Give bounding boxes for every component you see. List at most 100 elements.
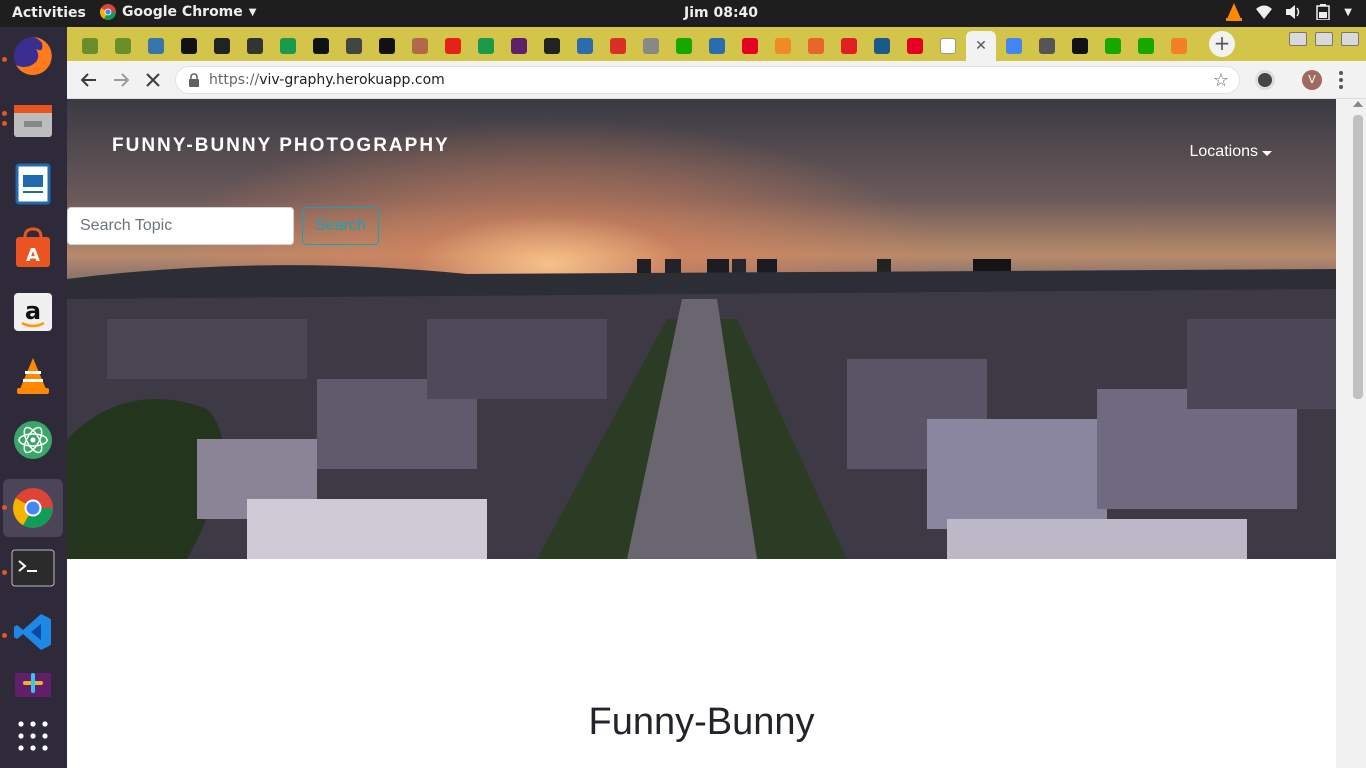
volume-icon xyxy=(1286,5,1300,19)
software-center-icon: A xyxy=(16,227,50,267)
browser-tab[interactable] xyxy=(339,31,369,61)
wave-icon xyxy=(874,38,890,54)
show-applications-icon xyxy=(18,721,48,751)
svg-text:A: A xyxy=(26,245,40,266)
star-icon xyxy=(247,38,263,54)
files-icon xyxy=(14,105,52,137)
browser-tab[interactable] xyxy=(1032,31,1062,61)
stackoverflow-icon xyxy=(1171,38,1187,54)
youtube-icon xyxy=(445,38,461,54)
browser-tab[interactable] xyxy=(108,31,138,61)
locations-dropdown[interactable]: Locations xyxy=(1189,143,1272,161)
browser-tab[interactable] xyxy=(75,31,105,61)
browser-tab[interactable] xyxy=(801,31,831,61)
cross-icon xyxy=(280,38,296,54)
dock-impress[interactable] xyxy=(10,161,56,207)
url-text: https://viv-graphy.herokuapp.com xyxy=(209,72,445,88)
cross-icon xyxy=(478,38,494,54)
dock-terminal[interactable] xyxy=(10,545,56,591)
dock-files[interactable] xyxy=(10,97,56,143)
browser-tab[interactable] xyxy=(768,31,798,61)
back-button[interactable] xyxy=(77,68,101,92)
browser-tab[interactable] xyxy=(735,31,765,61)
bookmark-star-icon[interactable]: ☆ xyxy=(1213,70,1229,91)
browser-tab[interactable] xyxy=(999,31,1029,61)
browser-tab[interactable] xyxy=(141,31,171,61)
browser-tab[interactable] xyxy=(570,31,600,61)
svg-text:a: a xyxy=(25,297,41,325)
profile-avatar[interactable]: V xyxy=(1302,70,1322,90)
browser-tab[interactable] xyxy=(1131,31,1161,61)
browser-tab[interactable] xyxy=(207,31,237,61)
browser-tab[interactable] xyxy=(1065,31,1095,61)
browser-tab[interactable] xyxy=(702,31,732,61)
browser-tab[interactable] xyxy=(438,31,468,61)
vscode-icon xyxy=(14,614,51,650)
system-top-bar: Activities Google Chrome ▼ Jim 08:40 ▼ xyxy=(0,0,1366,27)
dock-vlc[interactable] xyxy=(10,353,56,399)
browser-tab[interactable] xyxy=(1098,31,1128,61)
browser-tab[interactable] xyxy=(273,31,303,61)
browser-tab[interactable] xyxy=(174,31,204,61)
site-brand[interactable]: FUNNY-BUNNY PHOTOGRAPHY xyxy=(112,135,450,157)
browser-tab[interactable] xyxy=(603,31,633,61)
browser-tab[interactable]: ✕ xyxy=(966,31,996,61)
page-scrollbar[interactable] xyxy=(1336,99,1366,768)
battery-icon xyxy=(1316,4,1331,20)
dock-atom[interactable] xyxy=(10,417,56,463)
libreoffice-impress-icon xyxy=(15,163,51,205)
locations-label: Locations xyxy=(1189,143,1259,160)
browser-tab[interactable] xyxy=(1164,31,1194,61)
slack-icon xyxy=(511,38,527,54)
browser-tab[interactable] xyxy=(471,31,501,61)
browser-tab[interactable] xyxy=(900,31,930,61)
browser-window: ✕ + https://viv-graphy.herokuapp.com ☆ V xyxy=(67,27,1366,768)
more-menu-icon[interactable] xyxy=(1339,71,1343,89)
search-input[interactable] xyxy=(67,207,294,245)
medium-icon xyxy=(1072,38,1088,54)
scrollbar-thumb[interactable] xyxy=(1353,115,1363,399)
new-tab-button[interactable]: + xyxy=(1209,31,1235,57)
browser-tab[interactable] xyxy=(306,31,336,61)
chevron-down-icon: ▼ xyxy=(1344,6,1352,18)
browser-tab[interactable] xyxy=(372,31,402,61)
search-button[interactable]: Search xyxy=(302,207,379,245)
dock-software[interactable]: A xyxy=(10,225,56,271)
dock-vscode[interactable] xyxy=(10,609,56,655)
system-tray[interactable]: ▼ xyxy=(1226,3,1352,21)
dock-amazon[interactable]: a xyxy=(10,289,56,335)
stop-loading-button[interactable] xyxy=(141,68,165,92)
forward-button[interactable] xyxy=(109,68,133,92)
activities-button[interactable]: Activities xyxy=(12,5,86,21)
maximize-button[interactable] xyxy=(1315,32,1333,46)
browser-toolbar: https://viv-graphy.herokuapp.com ☆ V xyxy=(67,61,1366,99)
browser-tab[interactable] xyxy=(504,31,534,61)
extension-icon[interactable] xyxy=(1255,70,1275,90)
terminal-icon xyxy=(11,549,55,587)
browser-tab[interactable] xyxy=(537,31,567,61)
slack-icon xyxy=(15,673,51,697)
show-applications-button[interactable] xyxy=(10,713,56,759)
dock-slack[interactable] xyxy=(10,673,56,697)
vlc-tray-icon[interactable] xyxy=(1226,3,1243,21)
browser-tab[interactable] xyxy=(240,31,270,61)
browser-tab[interactable] xyxy=(834,31,864,61)
browser-tab[interactable] xyxy=(933,31,963,61)
minimize-button[interactable] xyxy=(1289,32,1307,46)
medium-icon xyxy=(313,38,329,54)
browser-tab[interactable] xyxy=(669,31,699,61)
address-bar[interactable]: https://viv-graphy.herokuapp.com ☆ xyxy=(175,66,1240,94)
scroll-up-icon[interactable] xyxy=(1353,101,1363,107)
browser-tab[interactable] xyxy=(405,31,435,61)
hero-banner: FUNNY-BUNNY PHOTOGRAPHY Locations Search xyxy=(67,99,1336,559)
close-window-button[interactable] xyxy=(1341,32,1359,46)
clock[interactable]: Jim 08:40 xyxy=(684,5,758,21)
firefox-icon xyxy=(14,37,52,75)
app-menu[interactable]: Google Chrome ▼ xyxy=(100,4,256,20)
dock-firefox[interactable] xyxy=(10,33,56,79)
browser-tab[interactable] xyxy=(867,31,897,61)
browser-tab[interactable] xyxy=(636,31,666,61)
python-icon xyxy=(148,38,164,54)
dock: A a xyxy=(0,27,67,768)
dock-chrome[interactable] xyxy=(3,479,63,537)
